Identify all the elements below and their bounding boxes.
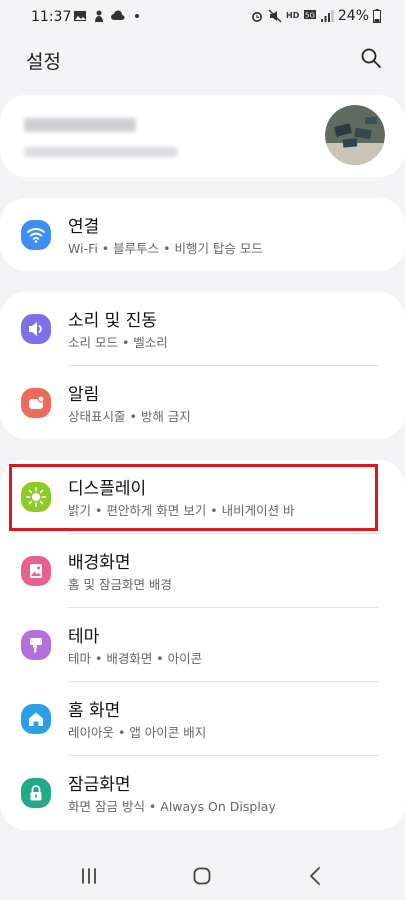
status-time: 11:37 (31, 9, 72, 25)
battery-percent: 24% (337, 8, 369, 24)
account-email-blurred (24, 147, 178, 157)
account-name-blurred (24, 118, 136, 132)
settings-item-lock-screen[interactable]: 잠금화면 화면 잠금 방식 • Always On Display (0, 756, 405, 830)
settings-item-subtitle: Wi-Fi • 블루투스 • 비행기 탑승 모드 (68, 241, 263, 256)
settings-item-themes[interactable]: 테마 테마 • 배경화면 • 아이콘 (0, 608, 405, 682)
settings-item-subtitle: 화면 잠금 방식 • Always On Display (68, 799, 276, 814)
lock-icon (21, 778, 51, 808)
alarm-icon (251, 12, 262, 22)
home-button-icon[interactable] (190, 864, 214, 888)
settings-item-sound-vibration[interactable]: 소리 및 진동 소리 모드 • 벨소리 (0, 292, 405, 366)
settings-item-title: 테마 (68, 627, 100, 647)
settings-item-connections[interactable]: 연결 Wi-Fi • 블루투스 • 비행기 탑승 모드 (0, 198, 405, 272)
battery-icon (373, 9, 381, 23)
settings-item-subtitle: 레이아웃 • 앱 아이콘 배지 (68, 725, 207, 740)
signal-icon (320, 10, 334, 22)
network-5g-icon: 5G (303, 10, 316, 20)
more-notifications-dot-icon (135, 14, 139, 18)
settings-item-wallpaper[interactable]: 배경화면 홈 및 잠금화면 배경 (0, 534, 405, 608)
search-icon[interactable] (359, 46, 383, 70)
wifi-icon (21, 220, 51, 250)
home-icon (21, 704, 51, 734)
settings-item-subtitle: 테마 • 배경화면 • 아이콘 (68, 651, 203, 666)
settings-item-notifications[interactable]: 알림 상태표시줄 • 방해 금지 (0, 366, 405, 440)
page-title: 설정 (26, 51, 61, 73)
settings-item-title: 배경화면 (68, 553, 131, 573)
recent-apps-icon[interactable] (77, 864, 101, 888)
mute-icon (268, 9, 282, 23)
notification-icon (21, 388, 51, 418)
gallery-notification-icon (74, 11, 86, 21)
settings-item-title: 연결 (68, 217, 100, 237)
system-navigation-bar (0, 850, 405, 900)
settings-item-home-screen[interactable]: 홈 화면 레이아웃 • 앱 아이콘 배지 (0, 682, 405, 756)
display-highlight-box (9, 464, 378, 531)
cloud-icon (111, 10, 125, 20)
wallpaper-icon (21, 556, 51, 586)
volume-icon (21, 314, 51, 344)
app-header: 설정 (0, 40, 405, 80)
svg-text:HD: HD (286, 11, 300, 20)
theme-icon (21, 630, 51, 660)
settings-item-title: 홈 화면 (68, 701, 121, 721)
settings-item-subtitle: 홈 및 잠금화면 배경 (68, 577, 172, 592)
settings-item-title: 소리 및 진동 (68, 311, 158, 331)
app-notification-icon (95, 10, 103, 22)
avatar[interactable] (325, 105, 385, 165)
settings-group-sound-notifications: 소리 및 진동 소리 모드 • 벨소리 알림 상태표시줄 • 방해 금지 (0, 292, 405, 439)
settings-item-subtitle: 소리 모드 • 벨소리 (68, 335, 168, 350)
hd-voice-icon: HD (286, 11, 300, 20)
settings-item-title: 알림 (68, 385, 100, 405)
svg-text:5G: 5G (305, 12, 315, 20)
settings-item-title: 잠금화면 (68, 775, 131, 795)
back-icon[interactable] (304, 864, 328, 888)
status-bar: 11:37 HD 5G 24% (0, 0, 405, 34)
settings-group-connections: 연결 Wi-Fi • 블루투스 • 비행기 탑승 모드 (0, 198, 405, 271)
settings-item-subtitle: 상태표시줄 • 방해 금지 (68, 409, 191, 424)
